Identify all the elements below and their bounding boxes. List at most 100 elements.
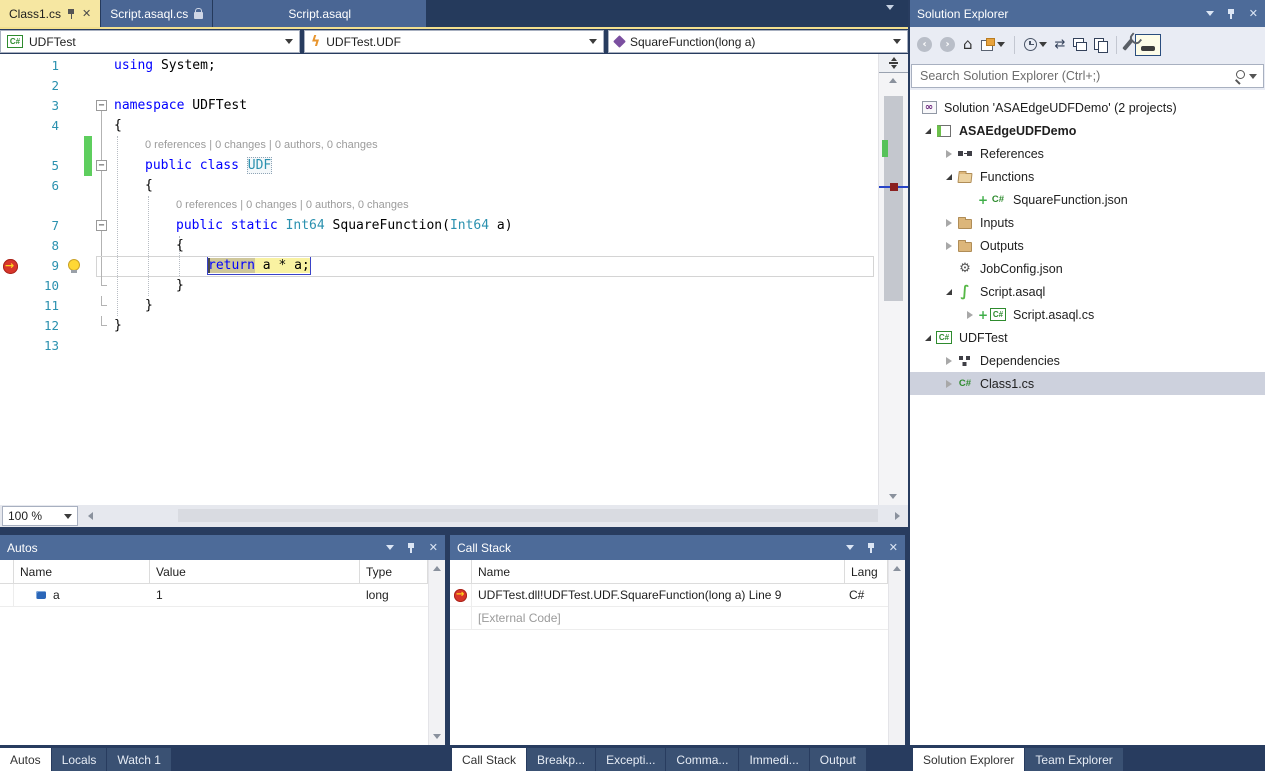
zoom-level-dropdown[interactable]: 100 % xyxy=(2,506,78,526)
scrollbar-thumb[interactable] xyxy=(178,509,878,522)
debug-tab-breakp[interactable]: Breakp... xyxy=(527,748,595,771)
pin-icon[interactable] xyxy=(1227,8,1236,20)
explorer-tab-solution-explorer[interactable]: Solution Explorer xyxy=(913,748,1024,771)
debug-tab-excepti[interactable]: Excepti... xyxy=(596,748,665,771)
breakpoint-margin[interactable] xyxy=(0,316,20,336)
tree-item-script-asaql-cs[interactable]: +C#Script.asaql.cs xyxy=(910,303,1265,326)
breakpoint-margin[interactable] xyxy=(0,216,20,236)
outlining-margin[interactable] xyxy=(92,216,112,236)
collapse-box-icon[interactable] xyxy=(96,160,107,171)
codelens-row[interactable]: 0 references | 0 changes | 0 authors, 0 … xyxy=(0,136,878,156)
window-menu-chevron-icon[interactable] xyxy=(386,545,394,550)
outlining-margin[interactable] xyxy=(92,156,112,176)
tree-item-references[interactable]: References xyxy=(910,142,1265,165)
code-line-3[interactable]: 3namespace UDFTest xyxy=(0,96,878,116)
outlining-margin[interactable] xyxy=(92,296,112,316)
tree-item-asaedgeudfdemo[interactable]: ASAEdgeUDFDemo xyxy=(910,119,1265,142)
code-line-1[interactable]: 1using System; xyxy=(0,56,878,76)
breakpoint-margin[interactable] xyxy=(0,116,20,136)
breakpoint-margin[interactable] xyxy=(0,136,20,156)
call-stack-scrollbar[interactable] xyxy=(888,560,905,745)
outlining-margin[interactable] xyxy=(92,56,112,76)
search-icon[interactable] xyxy=(1234,70,1246,82)
forward-button[interactable]: › xyxy=(937,33,958,57)
back-button[interactable]: ‹ xyxy=(914,33,935,57)
breakpoint-margin[interactable] xyxy=(0,336,20,356)
outlining-margin[interactable] xyxy=(92,336,112,356)
expander[interactable] xyxy=(941,242,956,250)
tree-item-inputs[interactable]: Inputs xyxy=(910,211,1265,234)
close-icon[interactable]: ✕ xyxy=(82,7,91,20)
properties-button[interactable] xyxy=(1123,33,1133,57)
editor-tab-script-asaql-cs[interactable]: Script.asaql.cs xyxy=(101,0,212,27)
scroll-up-icon[interactable] xyxy=(889,78,897,83)
scroll-down-icon[interactable] xyxy=(889,494,897,499)
member-dropdown[interactable]: SquareFunction(long a) xyxy=(608,30,908,53)
tree-item-outputs[interactable]: Outputs xyxy=(910,234,1265,257)
expander[interactable] xyxy=(920,128,935,134)
window-menu-chevron-icon[interactable] xyxy=(846,545,854,550)
column-header-lang[interactable]: Lang xyxy=(845,560,888,583)
column-header-value[interactable]: Value xyxy=(150,560,360,583)
breakpoint-margin[interactable] xyxy=(0,256,20,276)
column-header-name[interactable]: Name xyxy=(14,560,150,583)
close-icon[interactable]: ✕ xyxy=(889,541,898,554)
pin-icon[interactable] xyxy=(867,542,876,554)
collapse-all-button[interactable] xyxy=(1070,33,1089,57)
pin-icon[interactable] xyxy=(67,8,76,20)
breakpoint-margin[interactable] xyxy=(0,236,20,256)
code-line-10[interactable]: 10} xyxy=(0,276,878,296)
autos-title-bar[interactable]: Autos ✕ xyxy=(0,535,445,560)
autos-row[interactable]: a1long xyxy=(0,584,428,607)
document-list-chevron-icon[interactable] xyxy=(886,10,894,28)
breakpoint-margin[interactable] xyxy=(0,156,20,176)
outlining-margin[interactable] xyxy=(92,176,112,196)
watch-tab-watch-1[interactable]: Watch 1 xyxy=(107,748,171,771)
outlining-margin[interactable] xyxy=(92,316,112,336)
code-line-12[interactable]: 12} xyxy=(0,316,878,336)
codelens-row[interactable]: 0 references | 0 changes | 0 authors, 0 … xyxy=(0,196,878,216)
code-line-2[interactable]: 2 xyxy=(0,76,878,96)
close-icon[interactable]: ✕ xyxy=(429,541,438,554)
solution-explorer-title-bar[interactable]: Solution Explorer ✕ xyxy=(910,0,1265,27)
expander[interactable] xyxy=(920,335,935,341)
expander[interactable] xyxy=(941,357,956,365)
debug-tab-call-stack[interactable]: Call Stack xyxy=(452,748,526,771)
outlining-margin[interactable] xyxy=(92,276,112,296)
window-menu-chevron-icon[interactable] xyxy=(1206,11,1214,16)
tree-item-udftest[interactable]: C#UDFTest xyxy=(910,326,1265,349)
editor-vertical-scrollbar[interactable] xyxy=(878,54,908,505)
code-line-5[interactable]: 5public class UDF xyxy=(0,156,878,176)
scroll-up-icon[interactable] xyxy=(893,566,901,571)
breakpoint-margin[interactable] xyxy=(0,96,20,116)
tree-item-solution-asaedgeudfdemo-2-projects[interactable]: ∞Solution 'ASAEdgeUDFDemo' (2 projects) xyxy=(910,96,1265,119)
breakpoint-current-statement-icon[interactable] xyxy=(3,259,18,274)
breakpoint-margin[interactable] xyxy=(0,276,20,296)
tree-item-jobconfig-json[interactable]: ⚙JobConfig.json xyxy=(910,257,1265,280)
expander[interactable] xyxy=(941,150,956,158)
expander[interactable] xyxy=(941,289,956,295)
breakpoint-margin[interactable] xyxy=(0,296,20,316)
expander[interactable] xyxy=(941,219,956,227)
expander[interactable] xyxy=(962,311,977,319)
editor-splitter-handle[interactable] xyxy=(879,54,908,73)
scroll-right-icon[interactable] xyxy=(895,512,900,520)
project-dropdown[interactable]: C# UDFTest xyxy=(0,30,300,53)
debug-tab-output[interactable]: Output xyxy=(810,748,866,771)
code-line-9[interactable]: 9return a * a; xyxy=(0,256,878,276)
close-icon[interactable]: ✕ xyxy=(1249,7,1258,20)
watch-tab-autos[interactable]: Autos xyxy=(0,748,51,771)
callstack-frame[interactable]: [External Code] xyxy=(450,607,888,630)
code-line-8[interactable]: 8{ xyxy=(0,236,878,256)
outlining-margin[interactable] xyxy=(92,236,112,256)
code-area[interactable]: 1using System;23namespace UDFTest4{0 ref… xyxy=(0,54,878,505)
breakpoint-margin[interactable] xyxy=(0,176,20,196)
explorer-tab-team-explorer[interactable]: Team Explorer xyxy=(1025,748,1122,771)
scrollbar-thumb[interactable] xyxy=(884,96,903,301)
breakpoint-margin[interactable] xyxy=(0,56,20,76)
outlining-margin[interactable] xyxy=(92,256,112,276)
breakpoint-margin[interactable] xyxy=(0,76,20,96)
lightbulb-icon[interactable] xyxy=(68,259,79,274)
collapse-box-icon[interactable] xyxy=(96,220,107,231)
code-editor[interactable]: 1using System;23namespace UDFTest4{0 ref… xyxy=(0,54,908,505)
